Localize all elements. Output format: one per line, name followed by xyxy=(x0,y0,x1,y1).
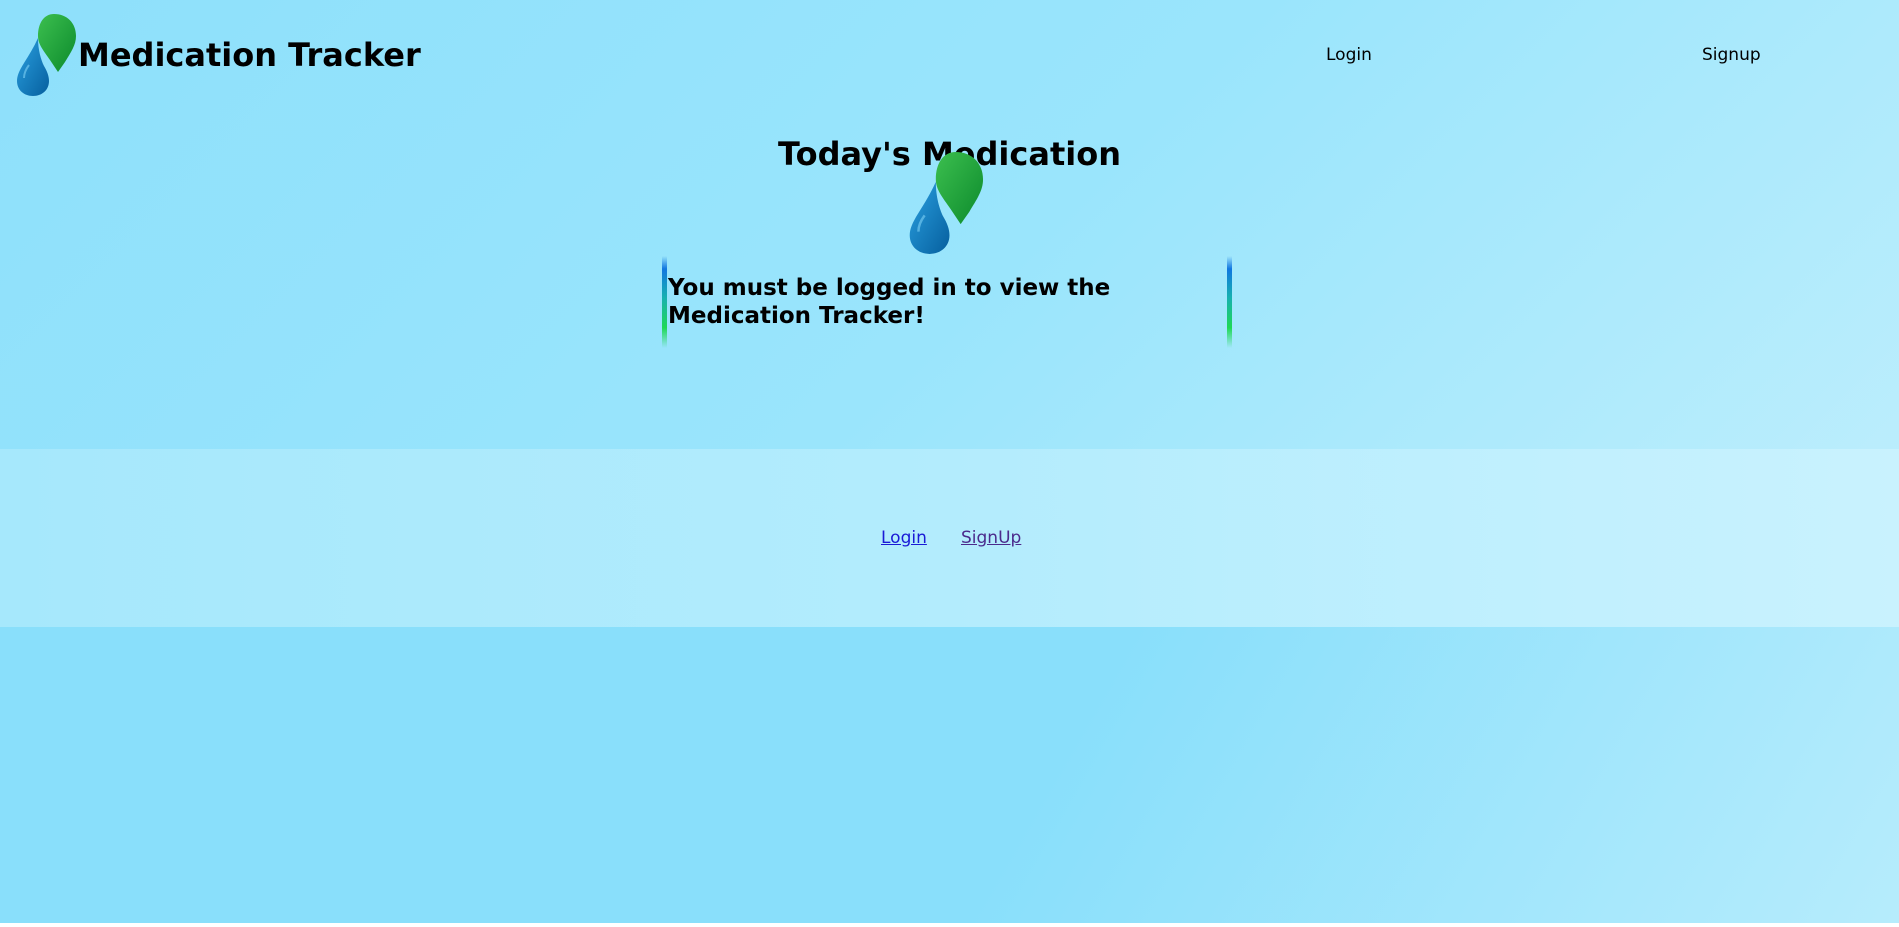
notice-accent-bar-left xyxy=(662,256,667,348)
footer-signup-link[interactable]: SignUp xyxy=(961,528,1021,548)
page-lower-background xyxy=(0,626,1899,923)
login-required-notice: You must be logged in to view the Medica… xyxy=(662,256,1234,348)
brand-title: Medication Tracker xyxy=(78,36,421,74)
footer-login-link[interactable]: Login xyxy=(881,528,927,548)
nav-login-link[interactable]: Login xyxy=(1326,45,1372,65)
site-footer: Login SignUp xyxy=(0,449,1899,627)
nav-signup-link[interactable]: Signup xyxy=(1702,45,1761,65)
water-drop-and-leaf-icon xyxy=(17,14,76,96)
site-header: Medication Tracker Login Signup xyxy=(0,0,1899,110)
page: Medication Tracker Login Signup Today's … xyxy=(0,0,1899,923)
notice-accent-bar-right xyxy=(1227,256,1232,348)
login-required-message: You must be logged in to view the Medica… xyxy=(668,275,1111,329)
water-drop-and-leaf-icon xyxy=(909,152,984,254)
